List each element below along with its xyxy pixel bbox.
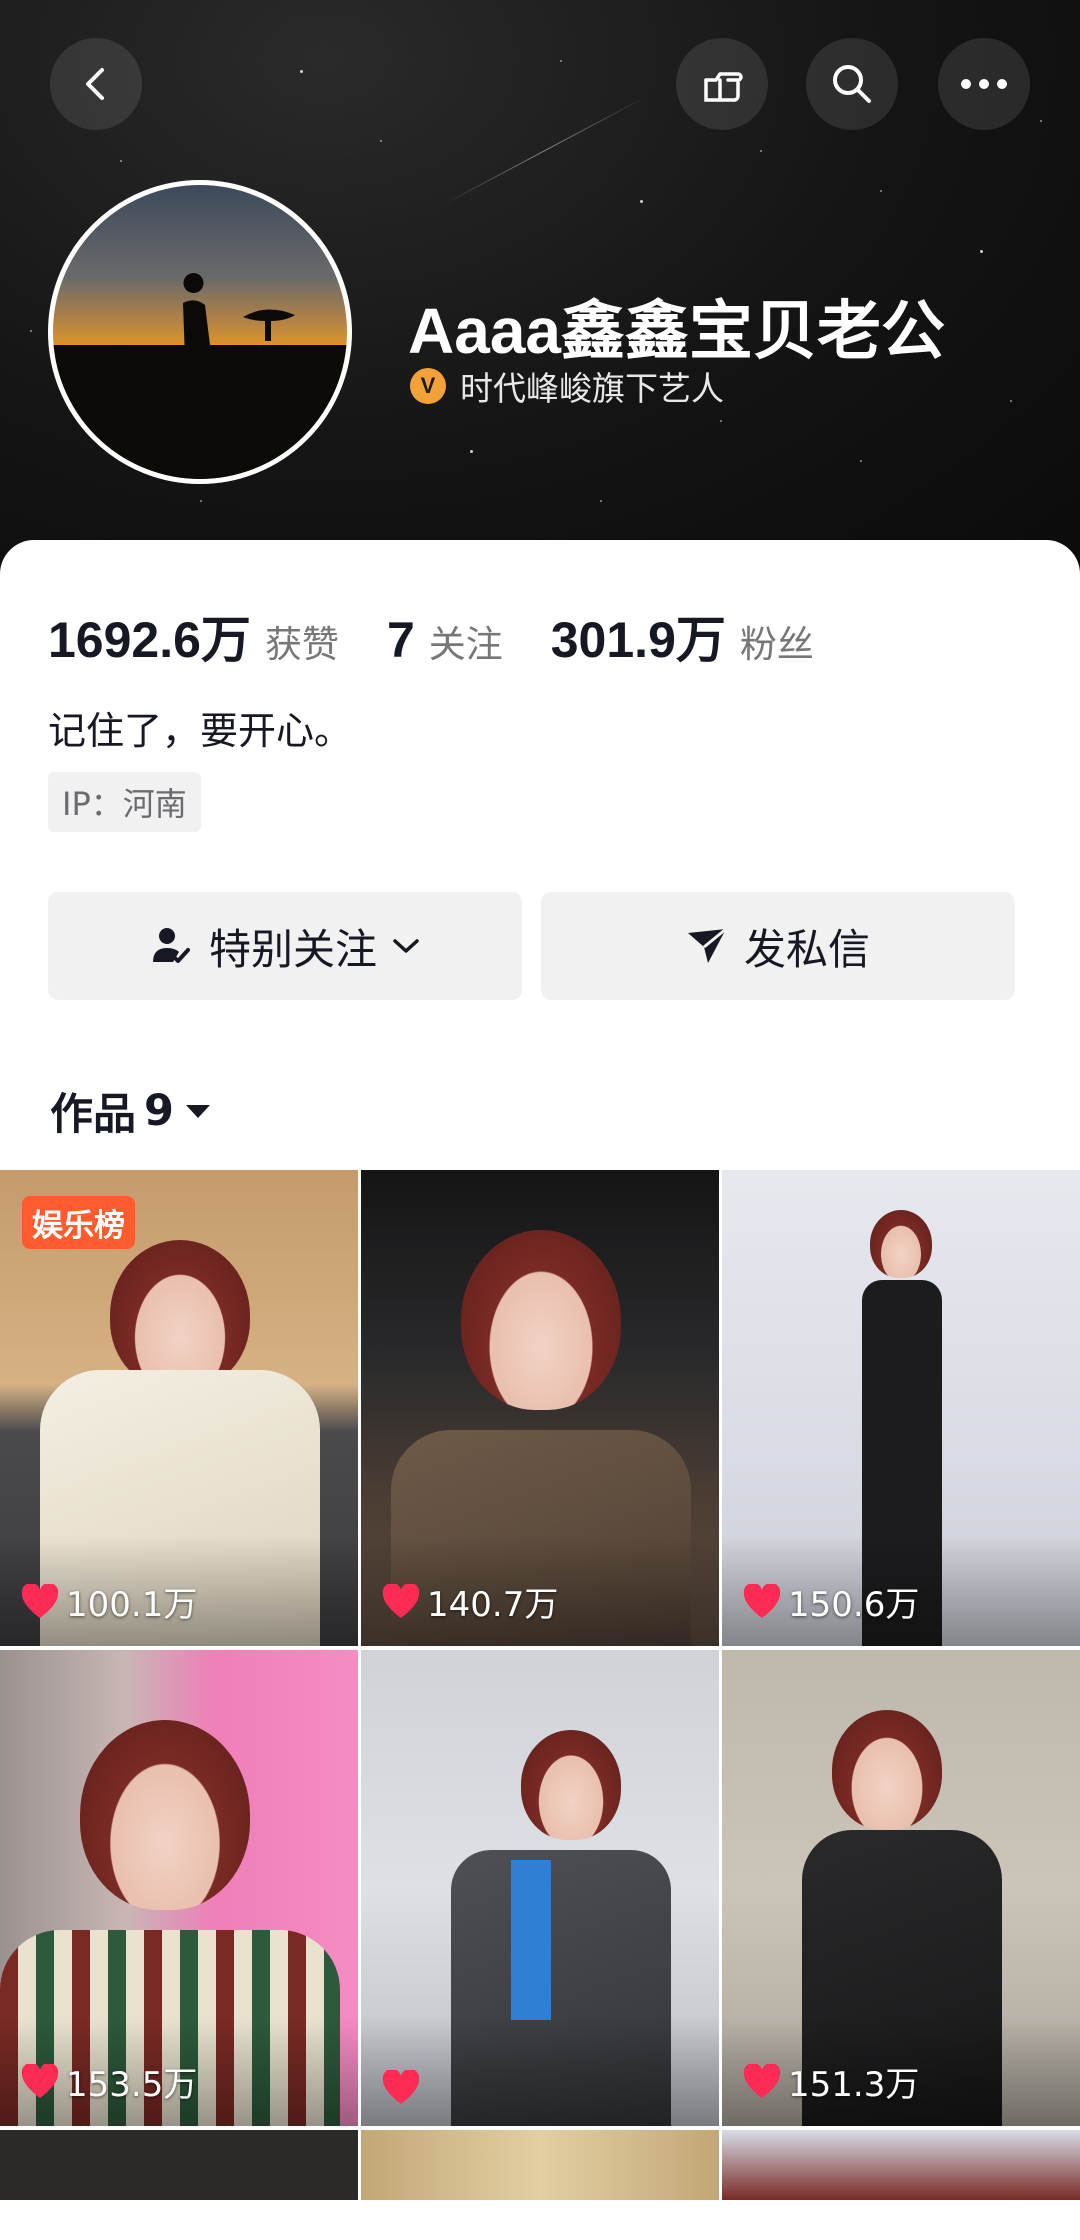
video-tile[interactable]: 150.6万 bbox=[722, 1170, 1080, 1646]
send-message-label: 发私信 bbox=[743, 924, 870, 974]
heart-icon bbox=[743, 2063, 781, 2098]
video-tile[interactable]: 娱乐榜 100.1万 bbox=[0, 1170, 358, 1646]
entertainment-rank-badge: 娱乐榜 bbox=[22, 1196, 135, 1249]
user-check-icon bbox=[149, 924, 193, 968]
followers-count[interactable]: 301.9万 bbox=[551, 600, 726, 672]
heart-icon bbox=[21, 1583, 59, 1618]
video-like-count: 151.3万 bbox=[742, 2057, 919, 2106]
avatar[interactable] bbox=[48, 180, 352, 484]
video-tile[interactable]: 140.7万 bbox=[361, 1170, 719, 1646]
following-label[interactable]: 关注 bbox=[429, 614, 503, 668]
back-arrow-icon bbox=[86, 68, 104, 100]
video-like-count: 140.7万 bbox=[381, 1577, 558, 1626]
video-like-count bbox=[381, 2070, 427, 2106]
caret-down-icon[interactable] bbox=[184, 1101, 212, 1121]
video-tile[interactable] bbox=[722, 2130, 1080, 2200]
video-like-count: 153.5万 bbox=[20, 2057, 197, 2106]
heart-icon bbox=[382, 1583, 420, 1618]
likes-count[interactable]: 1692.6万 bbox=[48, 600, 251, 672]
heart-icon bbox=[21, 2063, 59, 2098]
more-button[interactable] bbox=[938, 38, 1030, 130]
send-icon bbox=[686, 925, 728, 967]
verified-badge-icon: V bbox=[410, 368, 446, 404]
video-tile[interactable] bbox=[361, 1650, 719, 2126]
search-icon bbox=[833, 65, 871, 103]
special-follow-button[interactable]: 特别关注 bbox=[48, 892, 522, 1000]
verified-text: 时代峰峻旗下艺人 bbox=[460, 369, 724, 408]
likes-label[interactable]: 获赞 bbox=[265, 614, 339, 668]
chevron-down-icon bbox=[391, 936, 421, 956]
video-tile[interactable] bbox=[361, 2130, 719, 2200]
gesture-button[interactable] bbox=[676, 38, 768, 130]
ip-location-tag: IP：河南 bbox=[48, 772, 201, 832]
video-tile[interactable]: 151.3万 bbox=[722, 1650, 1080, 2126]
video-like-count: 100.1万 bbox=[20, 1577, 197, 1626]
bio-text: 记住了，要开心。 bbox=[48, 709, 353, 753]
pointing-hand-icon bbox=[704, 72, 743, 102]
tab-works[interactable]: 作品 9 bbox=[50, 1080, 212, 1142]
video-tile[interactable] bbox=[0, 2130, 358, 2200]
back-button[interactable] bbox=[50, 38, 142, 130]
send-message-button[interactable]: 发私信 bbox=[541, 892, 1015, 1000]
more-icon bbox=[961, 79, 1007, 89]
heart-icon bbox=[382, 2070, 420, 2104]
avatar-silhouette bbox=[53, 273, 347, 479]
video-like-count: 150.6万 bbox=[742, 1577, 919, 1626]
search-button[interactable] bbox=[806, 38, 898, 130]
special-follow-label: 特别关注 bbox=[208, 924, 377, 974]
following-count[interactable]: 7 bbox=[387, 611, 415, 669]
works-tab-count: 9 bbox=[144, 1086, 174, 1136]
video-tile[interactable]: 153.5万 bbox=[0, 1650, 358, 2126]
followers-label[interactable]: 粉丝 bbox=[740, 614, 814, 668]
verified-row: V 时代峰峻旗下艺人 bbox=[410, 362, 724, 410]
profile-name: Aaaa鑫鑫宝贝老公 bbox=[408, 295, 945, 367]
works-tab-label: 作品 bbox=[50, 1090, 136, 1140]
heart-icon bbox=[743, 1583, 781, 1618]
stats-row: 1692.6万 获赞 7 关注 301.9万 粉丝 bbox=[48, 600, 862, 672]
